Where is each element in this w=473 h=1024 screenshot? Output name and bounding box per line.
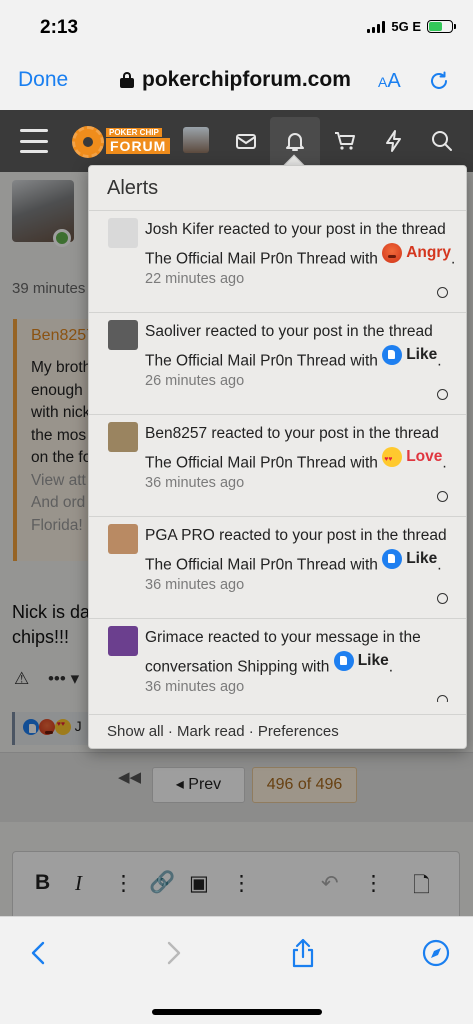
- alert-avatar[interactable]: [108, 422, 138, 452]
- home-indicator: [152, 1009, 322, 1015]
- mark-read-toggle[interactable]: [437, 695, 448, 702]
- compass-icon[interactable]: [421, 937, 451, 969]
- alert-avatar[interactable]: [108, 626, 138, 656]
- user-avatar[interactable]: [183, 127, 209, 153]
- alert-text: Saoliver reacted to your post in the thr…: [145, 323, 442, 369]
- mark-read-toggle[interactable]: [437, 593, 448, 604]
- alert-reaction: Like: [382, 548, 437, 571]
- battery-icon: [427, 20, 456, 33]
- like-icon: [382, 344, 403, 365]
- forward-icon[interactable]: [158, 937, 188, 969]
- status-bar: 2:13 5G E: [0, 0, 473, 58]
- search-icon[interactable]: [430, 129, 454, 153]
- reload-icon[interactable]: [428, 70, 450, 92]
- bell-icon: [286, 133, 304, 151]
- forum-header: POKER CHIP FORUM: [0, 110, 473, 172]
- alert-text: Grimace reacted to your message in the c…: [145, 629, 421, 675]
- mark-read-toggle[interactable]: [437, 491, 448, 502]
- chip-logo-icon: [72, 126, 104, 158]
- lightning-icon[interactable]: [382, 129, 406, 153]
- alert-thread-link[interactable]: The Official Mail Pr0n Thread: [145, 352, 346, 369]
- alert-thread-link[interactable]: The Official Mail Pr0n Thread: [145, 556, 346, 573]
- status-indicators: 5G E: [367, 19, 456, 34]
- alert-user[interactable]: Grimace: [145, 629, 204, 646]
- alerts-title: Alerts: [89, 166, 466, 211]
- alert-user[interactable]: Josh Kifer: [145, 221, 214, 238]
- alert-time: 36 minutes ago: [145, 475, 245, 492]
- alert-text: Josh Kifer reacted to your post in the t…: [145, 221, 456, 267]
- alert-thread-link[interactable]: Shipping: [237, 658, 297, 675]
- alert-avatar[interactable]: [108, 320, 138, 350]
- network-label: 5G E: [391, 19, 421, 34]
- alert-thread-link[interactable]: The Official Mail Pr0n Thread: [145, 454, 346, 471]
- like-icon: [333, 650, 354, 671]
- alert-text: PGA PRO reacted to your post in the thre…: [145, 527, 447, 573]
- alert-item[interactable]: Saoliver reacted to your post in the thr…: [89, 313, 466, 415]
- browser-toolbar: Done pokerchipforum.com AA: [0, 58, 473, 110]
- alert-user[interactable]: Saoliver: [145, 323, 201, 340]
- address-bar[interactable]: pokerchipforum.com: [120, 68, 351, 92]
- done-button[interactable]: Done: [18, 68, 68, 92]
- alert-time: 36 minutes ago: [145, 577, 245, 594]
- signal-icon: [367, 20, 386, 33]
- alert-time: 22 minutes ago: [145, 271, 245, 288]
- inbox-icon[interactable]: [234, 129, 258, 153]
- alert-reaction: Like: [382, 344, 437, 367]
- alert-thread-link[interactable]: The Official Mail Pr0n Thread: [145, 250, 346, 267]
- browser-bottom-bar: [0, 916, 473, 1024]
- mark-read-toggle[interactable]: [437, 287, 448, 298]
- url-text: pokerchipforum.com: [142, 68, 351, 91]
- alert-time: 36 minutes ago: [145, 679, 245, 696]
- alert-item[interactable]: Grimace reacted to your message in the c…: [89, 619, 466, 702]
- alerts-menu: Alerts Josh Kifer reacted to your post i…: [88, 165, 467, 749]
- alert-reaction: Like: [333, 650, 389, 673]
- text-size-button[interactable]: AA: [378, 70, 401, 93]
- share-icon[interactable]: [288, 937, 318, 969]
- alert-time: 26 minutes ago: [145, 373, 245, 390]
- back-icon[interactable]: [24, 937, 54, 969]
- alerts-footer[interactable]: Show all · Mark read · Preferences: [89, 714, 466, 748]
- status-time: 2:13: [40, 17, 79, 38]
- alert-avatar[interactable]: [108, 524, 138, 554]
- alert-user[interactable]: PGA PRO: [145, 527, 215, 544]
- alert-text: Ben8257 reacted to your post in the thre…: [145, 423, 456, 474]
- cart-icon[interactable]: [333, 129, 357, 153]
- alert-avatar[interactable]: [108, 218, 138, 248]
- forum-logo[interactable]: POKER CHIP FORUM: [72, 126, 172, 158]
- alert-user[interactable]: Ben8257: [145, 425, 207, 442]
- alert-item[interactable]: Josh Kifer reacted to your post in the t…: [89, 211, 466, 313]
- love-icon: [382, 446, 403, 471]
- alert-reaction: Angry: [382, 242, 451, 265]
- menu-icon[interactable]: [20, 129, 48, 153]
- alert-item[interactable]: PGA PRO reacted to your post in the thre…: [89, 517, 466, 619]
- mark-read-toggle[interactable]: [437, 389, 448, 400]
- alert-item[interactable]: Ben8257 reacted to your post in the thre…: [89, 415, 466, 517]
- alert-list: Josh Kifer reacted to your post in the t…: [89, 211, 466, 702]
- lock-icon: [120, 72, 134, 88]
- angry-icon: [382, 242, 403, 263]
- alert-reaction: Love: [382, 446, 442, 471]
- like-icon: [382, 548, 403, 569]
